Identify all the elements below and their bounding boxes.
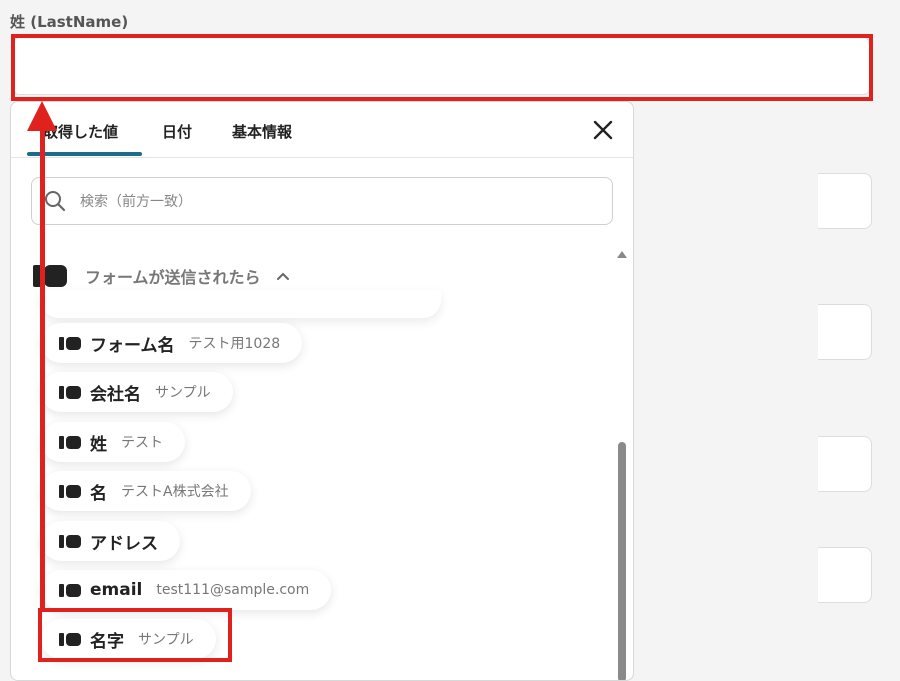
- close-icon[interactable]: [591, 118, 615, 142]
- scroll-up-arrow[interactable]: [617, 251, 627, 258]
- list-item[interactable]: 会社名 サンプル: [41, 372, 233, 412]
- chevron-up-icon[interactable]: [275, 268, 291, 284]
- list-item[interactable]: アドレス: [41, 521, 180, 561]
- data-block-icon: [59, 484, 81, 498]
- data-block-icon: [59, 385, 81, 399]
- list-item[interactable]: 姓 テスト: [41, 422, 185, 462]
- data-block-icon: [59, 435, 81, 449]
- search-input[interactable]: [78, 190, 582, 214]
- background-input-2[interactable]: [818, 304, 872, 360]
- lastname-input[interactable]: [13, 37, 870, 95]
- item-value: テスト用1028: [188, 336, 281, 352]
- item-value: テストA株式会社: [121, 484, 229, 500]
- item-name: 名字: [90, 631, 124, 652]
- search-box[interactable]: [31, 177, 613, 225]
- list-item-partial: [41, 290, 441, 318]
- tab-basic-info[interactable]: 基本情報: [232, 121, 292, 142]
- background-input-3[interactable]: [818, 436, 872, 492]
- item-name: 名: [90, 483, 107, 504]
- scrollbar-thumb[interactable]: [618, 442, 626, 680]
- item-name: フォーム名: [90, 335, 175, 356]
- list-item[interactable]: フォーム名 テスト用1028: [41, 323, 303, 363]
- item-value: テスト: [121, 435, 163, 451]
- trigger-block-icon: [33, 265, 67, 287]
- background-input-1[interactable]: [818, 173, 872, 229]
- item-value: サンプル: [138, 632, 194, 648]
- trigger-group-label: フォームが送信されたら: [85, 268, 261, 287]
- item-name: アドレス: [90, 533, 158, 554]
- background-input-4[interactable]: [818, 547, 872, 603]
- tab-date[interactable]: 日付: [162, 121, 192, 142]
- item-value: サンプル: [155, 385, 211, 401]
- search-icon: [45, 191, 66, 212]
- trigger-group-header[interactable]: フォームが送信されたら: [33, 261, 291, 291]
- value-picker-panel: 取得した値 日付 基本情報 フォームが送信されたら フォーム名 テスト用102: [10, 101, 634, 681]
- item-value: test111@sample.com: [156, 582, 310, 598]
- arrow-up-icon: [27, 101, 57, 131]
- list-item[interactable]: email test111@sample.com: [41, 570, 332, 610]
- data-block-icon: [59, 632, 81, 646]
- field-label: 姓 (LastName): [10, 13, 129, 31]
- list-item[interactable]: 名 テストA株式会社: [41, 471, 251, 511]
- data-block-icon: [59, 583, 81, 597]
- item-name: 姓: [90, 434, 107, 455]
- list-item-selected[interactable]: 名字 サンプル: [41, 619, 216, 659]
- data-block-icon: [59, 534, 81, 548]
- item-name: email: [90, 580, 143, 600]
- tab-bar: 取得した値 日付 基本情報: [11, 102, 633, 158]
- item-name: 会社名: [90, 384, 141, 405]
- arrow-shaft: [40, 122, 45, 610]
- data-block-icon: [59, 336, 81, 350]
